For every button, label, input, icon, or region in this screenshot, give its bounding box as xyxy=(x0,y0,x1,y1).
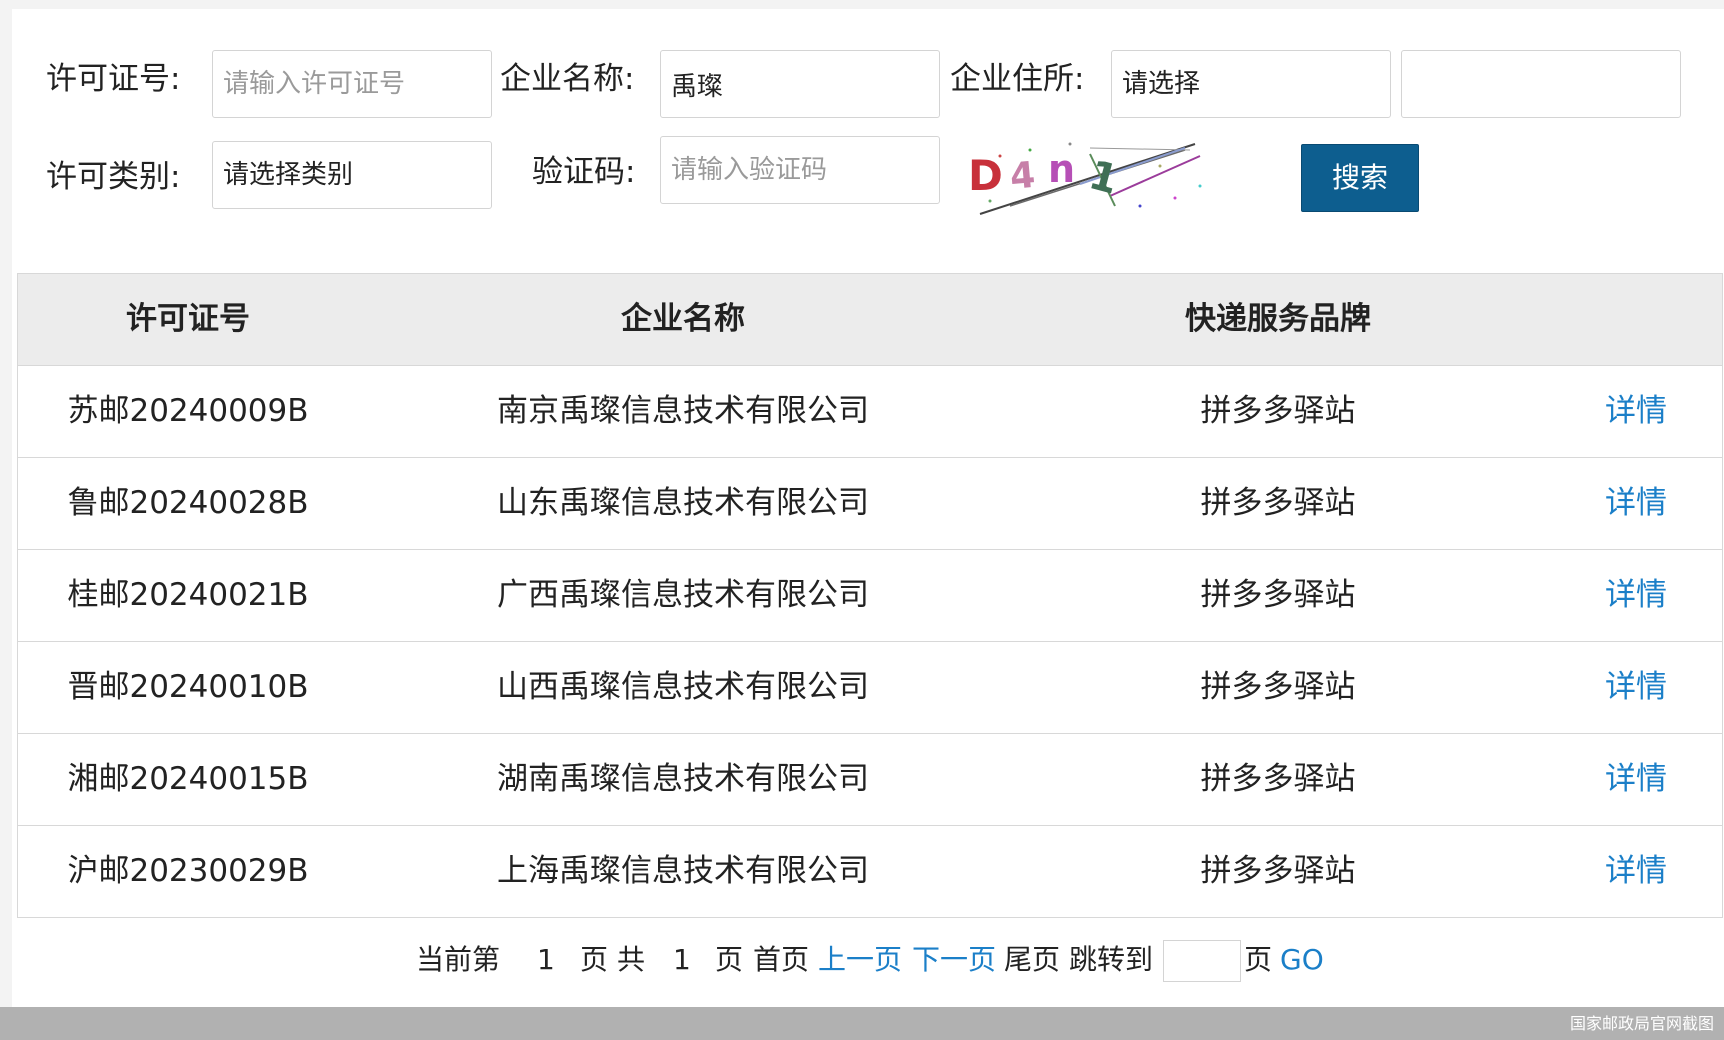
detail-link[interactable]: 详情 xyxy=(1548,826,1724,917)
table-header: 许可证号 企业名称 快递服务品牌 xyxy=(18,274,1722,366)
header-brand: 快递服务品牌 xyxy=(1185,301,1371,337)
captcha-image[interactable]: D 4 n 1 xyxy=(960,126,1220,226)
header-company: 企业名称 xyxy=(621,301,745,337)
pager-total-pages: 1 xyxy=(673,943,691,976)
pager-total-prefix: 共 xyxy=(617,943,646,976)
search-button[interactable]: 搜索 xyxy=(1301,144,1419,212)
pager-page-word-3: 页 xyxy=(1244,943,1273,976)
detail-link[interactable]: 详情 xyxy=(1548,366,1724,457)
address-province-select[interactable]: 请选择 xyxy=(1111,50,1391,118)
header-action xyxy=(1548,274,1724,365)
pager-first[interactable]: 首页 xyxy=(753,938,809,982)
cell-brand: 拼多多驿站 xyxy=(1200,393,1356,429)
pager-current-prefix: 当前第 xyxy=(416,943,501,976)
license-no-label: 许可证号: xyxy=(46,61,181,97)
results-table: 许可证号 企业名称 快递服务品牌 苏邮20240009B 南京禹璨信息技术有限公… xyxy=(17,273,1723,918)
cell-license-no: 鲁邮20240028B xyxy=(67,485,309,521)
captcha-char-3: n xyxy=(1048,147,1075,191)
pager-last[interactable]: 尾页 xyxy=(1004,938,1060,982)
cell-company: 山西禹璨信息技术有限公司 xyxy=(497,669,869,705)
table-row: 苏邮20240009B 南京禹璨信息技术有限公司 拼多多驿站 详情 xyxy=(18,366,1722,458)
company-name-label: 企业名称: xyxy=(500,61,635,97)
cell-company: 上海禹璨信息技术有限公司 xyxy=(497,853,869,889)
cell-license-no: 湘邮20240015B xyxy=(67,761,309,797)
cell-license-no: 苏邮20240009B xyxy=(67,393,309,429)
pager-page-word-2: 页 xyxy=(715,943,744,976)
pager-go-button[interactable]: GO xyxy=(1280,938,1324,982)
cell-company: 广西禹璨信息技术有限公司 xyxy=(497,577,869,613)
pager-next[interactable]: 下一页 xyxy=(912,938,996,982)
table-row: 鲁邮20240028B 山东禹璨信息技术有限公司 拼多多驿站 详情 xyxy=(18,458,1722,550)
cell-company: 南京禹璨信息技术有限公司 xyxy=(497,393,869,429)
cell-brand: 拼多多驿站 xyxy=(1200,761,1356,797)
cell-brand: 拼多多驿站 xyxy=(1200,853,1356,889)
detail-link[interactable]: 详情 xyxy=(1548,550,1724,641)
cell-license-no: 晋邮20240010B xyxy=(67,669,309,705)
detail-link[interactable]: 详情 xyxy=(1548,458,1724,549)
pager-prev[interactable]: 上一页 xyxy=(818,938,902,982)
detail-link[interactable]: 详情 xyxy=(1548,734,1724,825)
captcha-char-2: 4 xyxy=(1008,155,1037,198)
cell-license-no: 桂邮20240021B xyxy=(67,577,309,613)
address-city-select[interactable] xyxy=(1401,50,1681,118)
cell-company: 山东禹璨信息技术有限公司 xyxy=(497,485,869,521)
captcha-label: 验证码: xyxy=(532,154,636,190)
company-name-input[interactable] xyxy=(660,50,940,118)
pagination: 当前第 1 页 共 1 页 首页 上一页 下一页 尾页 跳转到 页 GO xyxy=(0,938,1724,982)
pager-jump-input[interactable] xyxy=(1163,940,1241,982)
captcha-char-1: D xyxy=(968,151,1003,200)
cell-company: 湖南禹璨信息技术有限公司 xyxy=(497,761,869,797)
detail-link[interactable]: 详情 xyxy=(1548,642,1724,733)
license-no-input[interactable] xyxy=(212,50,492,118)
footer-bar xyxy=(0,1007,1724,1040)
table-row: 晋邮20240010B 山西禹璨信息技术有限公司 拼多多驿站 详情 xyxy=(18,642,1722,734)
pager-jump-label: 跳转到 xyxy=(1069,943,1154,976)
table-row: 沪邮20230029B 上海禹璨信息技术有限公司 拼多多驿站 详情 xyxy=(18,826,1722,917)
cell-brand: 拼多多驿站 xyxy=(1200,669,1356,705)
category-select[interactable]: 请选择类别 xyxy=(212,141,492,209)
cell-brand: 拼多多驿站 xyxy=(1200,485,1356,521)
cell-brand: 拼多多驿站 xyxy=(1200,577,1356,613)
address-label: 企业住所: xyxy=(950,61,1085,97)
captcha-char-4: 1 xyxy=(1084,152,1123,204)
table-row: 桂邮20240021B 广西禹璨信息技术有限公司 拼多多驿站 详情 xyxy=(18,550,1722,642)
header-license-no: 许可证号 xyxy=(126,301,250,337)
category-label: 许可类别: xyxy=(46,159,181,195)
cell-license-no: 沪邮20230029B xyxy=(67,853,309,889)
pager-current-page: 1 xyxy=(537,943,555,976)
table-row: 湘邮20240015B 湖南禹璨信息技术有限公司 拼多多驿站 详情 xyxy=(18,734,1722,826)
watermark: 国家邮政局官网截图 xyxy=(1569,1014,1714,1033)
captcha-input[interactable] xyxy=(660,136,940,204)
pager-page-word: 页 xyxy=(580,943,609,976)
